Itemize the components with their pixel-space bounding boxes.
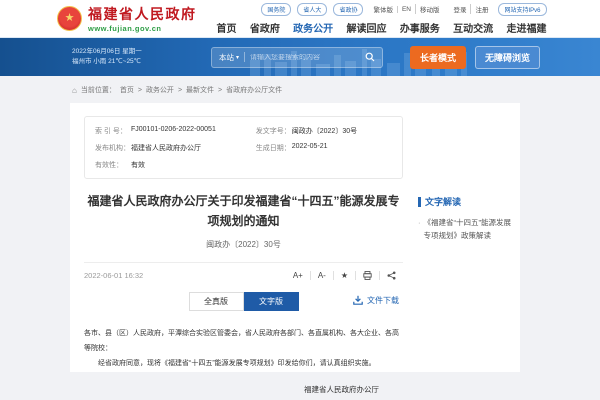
share-icon[interactable]: [379, 271, 403, 280]
site-header: ★ 福建省人民政府 www.fujian.gov.cn 国务院 省人大 省政协 …: [0, 0, 600, 38]
nav-services[interactable]: 办事服务: [400, 20, 440, 35]
blue-toolbar: 2022年06月06日 星期一 福州市 小雨 21℃~25℃ 本站 ▾ 长者模式…: [0, 38, 600, 76]
site-logo[interactable]: ★ 福建省人民政府 www.fujian.gov.cn: [57, 4, 197, 33]
date-weather: 2022年06月06日 星期一 福州市 小雨 21℃~25℃: [72, 47, 184, 68]
signature-block: 福建省人民政府办公厅 2022年5月21日: [84, 381, 403, 400]
field-label: 生成日期：: [256, 143, 292, 153]
sidebar-header: 文字解读: [418, 195, 512, 208]
doc-number: 闽政办〔2022〕30号: [84, 239, 403, 250]
nav-interpretation[interactable]: 解读回应: [346, 20, 386, 35]
article-tools: A+ A- ★: [286, 271, 403, 280]
field-label: 发文字号：: [256, 126, 292, 136]
nav-about-fujian[interactable]: 走进福建: [506, 20, 546, 35]
sidebar-item-label: 《福建省“十四五”能源发展专项规划》政策解读: [424, 216, 513, 242]
search-icon[interactable]: [365, 52, 375, 62]
document-main: 索 引 号： FJ00101-0206-2022-00051 发文字号： 闽政办…: [70, 103, 416, 372]
page-content: ⌂ 当前位置： 首页 > 政务公开 > 最新文件 > 省政府办公厅文件 索 引 …: [0, 76, 600, 372]
breadcrumb-office-docs[interactable]: 省政府办公厅文件: [226, 85, 282, 95]
nav-government-affairs[interactable]: 政务公开: [293, 20, 333, 35]
link-register[interactable]: 注册: [470, 4, 492, 14]
field-doc-number: 发文字号： 闽政办〔2022〕30号: [256, 126, 392, 136]
search-divider: [244, 52, 245, 62]
page-title: 福建省人民政府办公厅关于印发福建省“十四五”能源发展专项规划的通知: [86, 192, 401, 232]
header-utility-row: 国务院 省人大 省政协 繁体版 EN 移动版 登录 注册 网站支持IPv6: [217, 3, 547, 16]
nav-interaction[interactable]: 互动交流: [453, 20, 493, 35]
breadcrumb-prefix: 当前位置：: [81, 85, 116, 95]
field-index-number: 索 引 号： FJ00101-0206-2022-00051: [95, 126, 256, 136]
breadcrumb: ⌂ 当前位置： 首页 > 政务公开 > 最新文件 > 省政府办公厅文件: [72, 85, 600, 95]
tab-full-version[interactable]: 全真版: [189, 292, 244, 311]
nav-home[interactable]: 首页: [217, 20, 237, 35]
interpretation-sidebar: 文字解读 · 《福建省“十四五”能源发展专项规划》政策解读: [416, 103, 520, 372]
elder-mode-button[interactable]: 长者模式: [410, 46, 466, 69]
field-label: 有效性：: [95, 160, 131, 170]
file-download-link[interactable]: 文件下载: [353, 295, 399, 306]
field-label: 索 引 号：: [95, 126, 131, 136]
current-date: 2022年06月06日 星期一: [72, 47, 184, 57]
breadcrumb-separator: >: [138, 87, 142, 94]
version-tabs-row: 全真版 文字版 文件下载: [84, 292, 403, 312]
site-title: 福建省人民政府: [88, 4, 197, 24]
search-scope-value: 本站: [219, 52, 234, 63]
field-value: 2022-05-21: [292, 143, 328, 153]
field-validity: 有效性： 有效: [95, 160, 256, 170]
print-icon[interactable]: [355, 271, 379, 280]
article-meta-row: 2022-06-01 16:32 A+ A- ★: [84, 262, 403, 280]
article-body: 各市、县（区）人民政府，平潭综合实验区管委会，省人民政府各部门、各直属机构、各大…: [84, 326, 403, 372]
accent-bar: [418, 197, 421, 207]
download-icon: [353, 295, 363, 305]
font-smaller-button[interactable]: A-: [310, 271, 333, 280]
link-provincial-congress[interactable]: 省人大: [297, 3, 327, 16]
home-icon: ⌂: [72, 86, 77, 95]
field-issue-date: 生成日期： 2022-05-21: [256, 143, 392, 153]
download-label: 文件下载: [367, 295, 399, 306]
breadcrumb-separator: >: [178, 87, 182, 94]
link-mobile[interactable]: 移动版: [415, 4, 444, 14]
field-value: 有效: [131, 160, 145, 170]
field-issuing-agency: 发布机构： 福建省人民政府办公厅: [95, 143, 256, 153]
main-nav: 首页 省政府 政务公开 解读回应 办事服务 互动交流 走进福建: [217, 20, 547, 35]
favorite-star-icon[interactable]: ★: [333, 271, 355, 280]
link-traditional-chinese[interactable]: 繁体版: [369, 4, 397, 14]
field-value: 闽政办〔2022〕30号: [292, 126, 357, 136]
signature-agency: 福建省人民政府办公厅: [84, 381, 403, 399]
breadcrumb-latest-docs[interactable]: 最新文件: [186, 85, 214, 95]
article-paragraph: 经省政府同意，现将《福建省“十四五”能源发展专项规划》印发给你们，请认真组织实施…: [84, 356, 403, 371]
sidebar-item-policy-interpretation[interactable]: · 《福建省“十四五”能源发展专项规划》政策解读: [418, 216, 512, 242]
doc-info-table: 索 引 号： FJ00101-0206-2022-00051 发文字号： 闽政办…: [84, 116, 403, 179]
sidebar-title: 文字解读: [425, 195, 461, 208]
field-value: 福建省人民政府办公厅: [131, 143, 201, 153]
field-label: 发布机构：: [95, 143, 131, 153]
link-english[interactable]: EN: [397, 6, 415, 13]
national-emblem-icon: ★: [57, 6, 82, 31]
document-card: 索 引 号： FJ00101-0206-2022-00051 发文字号： 闽政办…: [70, 103, 520, 372]
tab-text-version[interactable]: 文字版: [244, 292, 299, 311]
breadcrumb-separator: >: [218, 87, 222, 94]
weather-info: 福州市 小雨 21℃~25℃: [72, 57, 184, 67]
search-scope-select[interactable]: 本站 ▾: [219, 52, 239, 63]
article-paragraph: 各市、县（区）人民政府，平潭综合实验区管委会，省人民政府各部门、各直属机构、各大…: [84, 326, 403, 357]
font-larger-button[interactable]: A+: [286, 271, 310, 280]
publish-time: 2022-06-01 16:32: [84, 271, 143, 280]
accessibility-button[interactable]: 无障碍浏览: [475, 46, 540, 69]
site-search[interactable]: 本站 ▾: [211, 47, 383, 68]
link-login[interactable]: 登录: [449, 4, 470, 14]
link-state-council[interactable]: 国务院: [261, 3, 291, 16]
bullet-icon: ·: [418, 216, 421, 242]
nav-provincial-government[interactable]: 省政府: [250, 20, 280, 35]
chevron-down-icon: ▾: [236, 54, 239, 61]
ipv6-badge: 网站支持IPv6: [498, 3, 546, 16]
breadcrumb-gov-affairs[interactable]: 政务公开: [146, 85, 174, 95]
search-input[interactable]: [250, 54, 360, 61]
field-value: FJ00101-0206-2022-00051: [131, 126, 216, 136]
breadcrumb-home[interactable]: 首页: [120, 85, 134, 95]
site-url: www.fujian.gov.cn: [88, 24, 197, 33]
link-cppcc[interactable]: 省政协: [333, 3, 363, 16]
